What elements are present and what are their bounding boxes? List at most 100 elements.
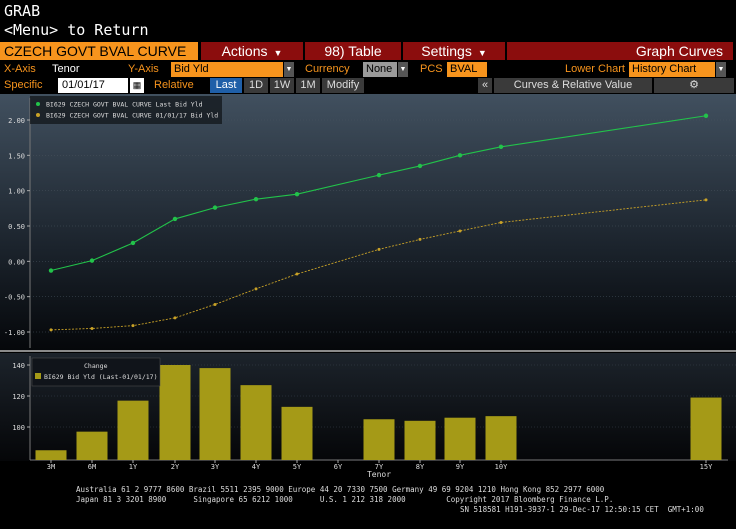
- x-tick-label: 9Y: [456, 463, 465, 471]
- change-bar: [117, 400, 149, 460]
- lower-legend-item: BI629 Bid Yld (Last-01/01/17): [44, 373, 158, 381]
- x-tick-label: 1Y: [129, 463, 138, 471]
- gear-icon[interactable]: ⚙: [654, 78, 734, 93]
- x-tick-label: 8Y: [416, 463, 425, 471]
- lower-chart-dropdown-icon[interactable]: ▼: [716, 62, 726, 77]
- currency-select[interactable]: None: [363, 62, 397, 77]
- change-bar: [404, 420, 436, 460]
- tab-1d[interactable]: 1D: [244, 78, 268, 93]
- specific-label: Specific: [4, 79, 43, 91]
- settings-button[interactable]: Settings ▼: [403, 42, 505, 60]
- table-button[interactable]: 98) Table: [305, 42, 401, 60]
- x-tick-label: 6Y: [334, 463, 343, 471]
- change-bar: [485, 416, 517, 460]
- actions-button[interactable]: Actions ▼: [201, 42, 303, 60]
- pcs-field[interactable]: BVAL: [447, 62, 487, 77]
- x-tick-label: 6M: [88, 463, 96, 471]
- change-bar: [363, 419, 395, 460]
- legend-bar-marker: [35, 373, 41, 379]
- change-bar: [240, 385, 272, 460]
- point-last: [48, 268, 54, 273]
- point-hist: [213, 302, 217, 306]
- point-last: [294, 192, 300, 197]
- actions-label: Actions: [221, 43, 268, 59]
- table-label: Table: [348, 43, 382, 59]
- point-last: [703, 113, 709, 118]
- point-hist: [254, 287, 258, 291]
- xaxis-label: X-Axis: [4, 63, 36, 75]
- point-hist: [131, 324, 135, 328]
- upper-y-tick-label: 1.00: [8, 188, 25, 196]
- currency-label: Currency: [305, 63, 350, 75]
- pcs-label: PCS: [420, 63, 443, 75]
- point-last: [172, 216, 178, 222]
- curve-chart: 2.00 1.50 1.00 0.50 0.00 -0.50 -1.00 140 120 100 3…: [0, 94, 736, 479]
- point-hist: [499, 220, 503, 224]
- x-tick-label: 3Y: [211, 463, 220, 471]
- x-axis-title: Tenor: [367, 470, 391, 479]
- point-last: [212, 205, 218, 210]
- upper-y-tick-label: 2.00: [8, 117, 25, 125]
- upper-y-tick-label: 0.00: [8, 258, 25, 266]
- change-bar: [159, 365, 191, 460]
- table-number: 98): [324, 43, 345, 59]
- lower-y-tick-label: 100: [12, 424, 25, 432]
- relative-label: Relative: [154, 79, 194, 91]
- point-last: [130, 240, 136, 246]
- change-bar: [690, 397, 722, 460]
- point-last: [376, 172, 382, 178]
- tab-1w[interactable]: 1W: [270, 78, 294, 93]
- change-bar: [76, 431, 108, 460]
- collapse-icon[interactable]: «: [478, 78, 492, 93]
- return-hint[interactable]: <Menu> to Return: [4, 21, 149, 39]
- point-hist: [377, 247, 381, 251]
- point-last: [253, 196, 259, 202]
- upper-plot-background: [0, 94, 736, 350]
- point-hist: [704, 198, 708, 202]
- window-title: GRAB: [4, 2, 41, 20]
- date-input[interactable]: 01/01/17: [58, 78, 128, 93]
- graph-curves-title: Graph Curves: [507, 42, 733, 60]
- upper-y-tick-label: 1.50: [8, 152, 25, 160]
- curves-relative-value-button[interactable]: Curves & Relative Value: [494, 78, 652, 93]
- footer-contacts-1: Australia 61 2 9777 8600 Brazil 5511 239…: [76, 485, 605, 494]
- yaxis-label: Y-Axis: [128, 63, 159, 75]
- settings-label: Settings: [421, 43, 472, 59]
- calendar-icon[interactable]: ▦: [130, 78, 144, 93]
- point-hist: [418, 237, 422, 241]
- lower-chart-label: Lower Chart: [565, 63, 625, 75]
- legend-marker-hist: [36, 113, 40, 117]
- currency-dropdown-icon[interactable]: ▼: [398, 62, 408, 77]
- x-tick-label: 4Y: [252, 463, 261, 471]
- footer-contacts-2: Japan 81 3 3201 8900 Singapore 65 6212 1…: [76, 495, 614, 504]
- lower-y-tick-label: 140: [12, 362, 25, 370]
- dropdown-icon: ▼: [477, 48, 487, 58]
- lower-y-tick-label: 120: [12, 393, 25, 401]
- yaxis-select[interactable]: Bid Yld: [171, 62, 283, 77]
- yaxis-dropdown-icon[interactable]: ▼: [284, 62, 294, 77]
- x-tick-label: 2Y: [171, 463, 180, 471]
- security-field[interactable]: CZECH GOVT BVAL CURVE: [0, 42, 198, 60]
- point-hist: [49, 328, 53, 332]
- point-last: [498, 144, 504, 150]
- point-last: [457, 153, 463, 158]
- tab-1m[interactable]: 1M: [296, 78, 320, 93]
- change-bar: [444, 417, 476, 460]
- modify-button[interactable]: Modify: [322, 78, 364, 93]
- upper-y-tick-label: 0.50: [8, 223, 25, 231]
- point-last: [417, 163, 423, 169]
- change-bar: [281, 406, 313, 460]
- point-last: [89, 258, 95, 263]
- point-hist: [173, 316, 177, 320]
- point-hist: [295, 272, 299, 276]
- upper-y-tick-label: -0.50: [4, 294, 25, 302]
- legend-last-label: BI629 CZECH GOVT BVAL CURVE Last Bid Yld: [46, 101, 203, 109]
- change-bar: [35, 450, 67, 460]
- xaxis-value[interactable]: Tenor: [52, 62, 80, 77]
- legend-hist-label: BI629 CZECH GOVT BVAL CURVE 01/01/17 Bid…: [46, 112, 218, 120]
- x-tick-label: 10Y: [495, 463, 508, 471]
- upper-y-tick-label: -1.00: [4, 329, 25, 337]
- lower-chart-select[interactable]: History Chart: [629, 62, 715, 77]
- lower-legend-title: Change: [84, 362, 108, 370]
- tab-last[interactable]: Last: [210, 78, 242, 93]
